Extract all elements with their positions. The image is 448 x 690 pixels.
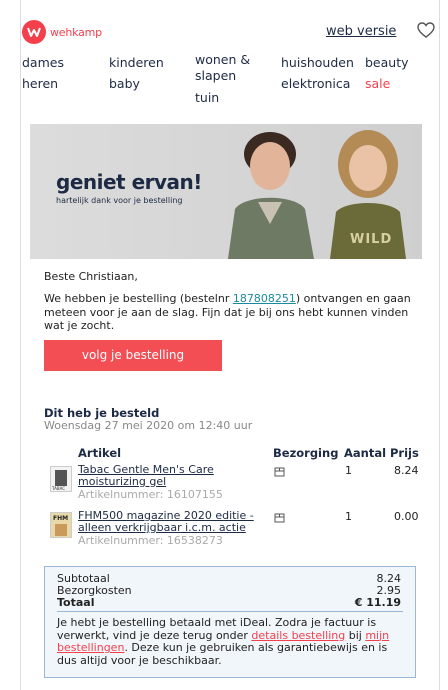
product-quantity: 1 xyxy=(345,464,352,477)
nav-item-huishouden[interactable]: huishouden xyxy=(281,52,354,73)
product-thumbnail[interactable]: FHM xyxy=(50,512,72,538)
logo-text[interactable]: wehkamp xyxy=(50,26,102,39)
product-price: 8.24 xyxy=(394,464,419,477)
nav-item-wonen-line2: slapen xyxy=(195,68,237,83)
hero-banner[interactable]: geniet ervan! hartelijk dank voor je bes… xyxy=(30,124,422,259)
product-article-number: Artikelnummer: 16107155 xyxy=(78,488,223,501)
nav-item-baby[interactable]: baby xyxy=(109,73,164,94)
track-order-button[interactable]: volg je bestelling xyxy=(44,340,222,371)
product-thumbnail-label: TABAC xyxy=(52,486,66,491)
col-header-bezorging: Bezorging xyxy=(273,446,339,460)
nav-item-tuin[interactable]: tuin xyxy=(195,90,250,106)
product-quantity: 1 xyxy=(345,510,352,523)
product-thumbnail-label: FHM xyxy=(53,515,69,522)
nav-item-sale[interactable]: sale xyxy=(365,73,409,94)
product-price: 0.00 xyxy=(394,510,419,523)
web-versie-link[interactable]: web versie xyxy=(326,24,396,39)
col-header-aantal: Aantal xyxy=(344,446,387,460)
nav-item-beauty[interactable]: beauty xyxy=(365,52,409,73)
order-number-link[interactable]: 187808251 xyxy=(233,292,296,305)
email-header: wehkamp web versie xyxy=(22,18,440,48)
greeting: Beste Christiaan, xyxy=(44,270,138,283)
details-bestelling-link[interactable]: details bestelling xyxy=(251,629,345,642)
product-thumbnail[interactable]: TABAC xyxy=(50,466,72,492)
summary-divider xyxy=(57,611,403,612)
nav-item-heren[interactable]: heren xyxy=(22,73,64,94)
product-name-link[interactable]: FHM500 magazine 2020 editie - alleen ver… xyxy=(78,510,273,534)
total-label: Totaal xyxy=(57,596,95,609)
nav-item-kinderen[interactable]: kinderen xyxy=(109,52,164,73)
package-icon xyxy=(274,513,285,523)
intro-text-before: We hebben je bestelling (bestelnr xyxy=(44,292,233,305)
product-article-number: Artikelnummer: 16538273 xyxy=(78,534,223,547)
nav-item-wonen-line1: wonen & xyxy=(195,52,251,67)
wehkamp-logo-icon[interactable] xyxy=(22,20,46,44)
col-header-prijs: Prijs xyxy=(390,446,419,460)
nav-item-elektronica[interactable]: elektronica xyxy=(281,73,354,94)
package-icon xyxy=(274,467,285,477)
product-name-link[interactable]: Tabac Gentle Men's Care moisturizing gel xyxy=(78,464,268,488)
total-value: € 11.19 xyxy=(354,596,401,609)
payment-note-text-2: bij xyxy=(345,628,366,642)
hero-shirt-text: WILD xyxy=(350,232,393,247)
hero-subtitle: hartelijk dank voor je bestelling xyxy=(56,196,183,205)
hero-title: geniet ervan! xyxy=(56,170,202,194)
order-summary-box: Subtotaal 8.24 Bezorgkosten 2.95 Totaal … xyxy=(44,566,416,678)
nav-item-wonen[interactable]: wonen & slapen xyxy=(195,52,250,84)
nav-item-dames[interactable]: dames xyxy=(22,52,64,73)
payment-note: Je hebt je bestelling betaald met iDeal.… xyxy=(57,616,405,667)
intro-paragraph: We hebben je bestelling (bestelnr 187808… xyxy=(44,292,422,333)
order-date: Woensdag 27 mei 2020 om 12:40 uur xyxy=(44,419,253,432)
col-header-artikel: Artikel xyxy=(78,446,122,460)
total-row: Totaal € 11.19 xyxy=(57,596,401,609)
heart-icon[interactable] xyxy=(417,22,435,38)
order-section-title: Dit heb je besteld xyxy=(44,406,160,420)
